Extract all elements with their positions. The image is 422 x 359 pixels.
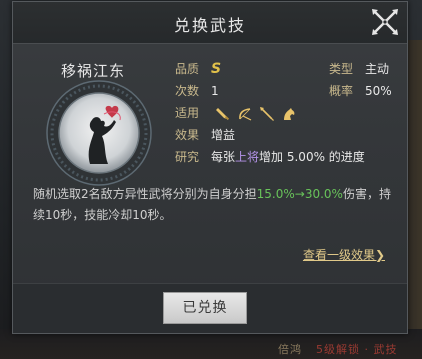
quality-label: 品质 [175, 62, 200, 76]
rate-label: 概率 [329, 84, 354, 98]
dialog-title: 兑换武技 [173, 16, 246, 35]
rate-value: 50% [365, 84, 392, 98]
effect-value: 增益 [211, 128, 236, 142]
effect-row: 效果 增益 [175, 126, 235, 143]
research-suffix: 增加 5.00% 的进度 [259, 150, 365, 164]
research-row: 研究 每张上将增加 5.00% 的进度 [175, 148, 365, 165]
effect-label: 效果 [175, 128, 200, 142]
dancer-heart-portrait-icon [46, 80, 152, 186]
count-row: 次数 1 [175, 82, 219, 99]
applicable-label: 适用 [175, 106, 200, 120]
research-highlight: 上将 [235, 150, 260, 164]
skill-name: 移祸江东 [61, 62, 126, 80]
dialog-footer: 已兑换 [13, 283, 407, 333]
close-icon[interactable] [369, 6, 401, 38]
type-row: 类型 主动 [329, 60, 389, 77]
research-prefix: 每张 [211, 150, 236, 164]
sword-icon [215, 107, 229, 120]
quality-row: 品质 S [175, 60, 221, 77]
dialog-title-bar: 兑换武技 [13, 2, 407, 44]
spear-icon [259, 106, 274, 121]
applicable-weapon-icons [215, 106, 297, 122]
bow-icon [238, 107, 252, 121]
horse-icon [283, 107, 295, 120]
background-bottom-label: 倍鸿 [278, 343, 302, 356]
description-range: 15.0%→30.0% [256, 187, 343, 201]
applicable-row: 适用 [175, 104, 297, 122]
rate-row: 概率 50% [329, 82, 392, 99]
type-value: 主动 [365, 62, 390, 76]
type-label: 类型 [329, 62, 354, 76]
view-level1-effect-link[interactable]: 查看一级效果❯ [303, 246, 385, 263]
research-label: 研究 [175, 150, 200, 164]
redeem-skill-dialog: 兑换武技 移祸江东 品质 S 类型 主动 次数 1 概率 50% 适用 效果 增… [12, 1, 408, 334]
count-label: 次数 [175, 84, 200, 98]
background-bottom-text: 倍鸿 5级解锁 · 武技 [278, 341, 398, 357]
skill-description: 随机选取2名敌方异性武将分别为自身分担15.0%→30.0%伤害，持续10秒，技… [33, 184, 393, 226]
background-bottom-red-label: 5级解锁 · 武技 [316, 343, 398, 356]
count-value: 1 [211, 84, 219, 98]
quality-value: S [211, 61, 222, 77]
description-part1: 随机选取2名敌方异性武将分别为自身分担 [33, 187, 257, 201]
redeemed-button[interactable]: 已兑换 [163, 292, 247, 324]
skill-portrait [46, 80, 152, 186]
